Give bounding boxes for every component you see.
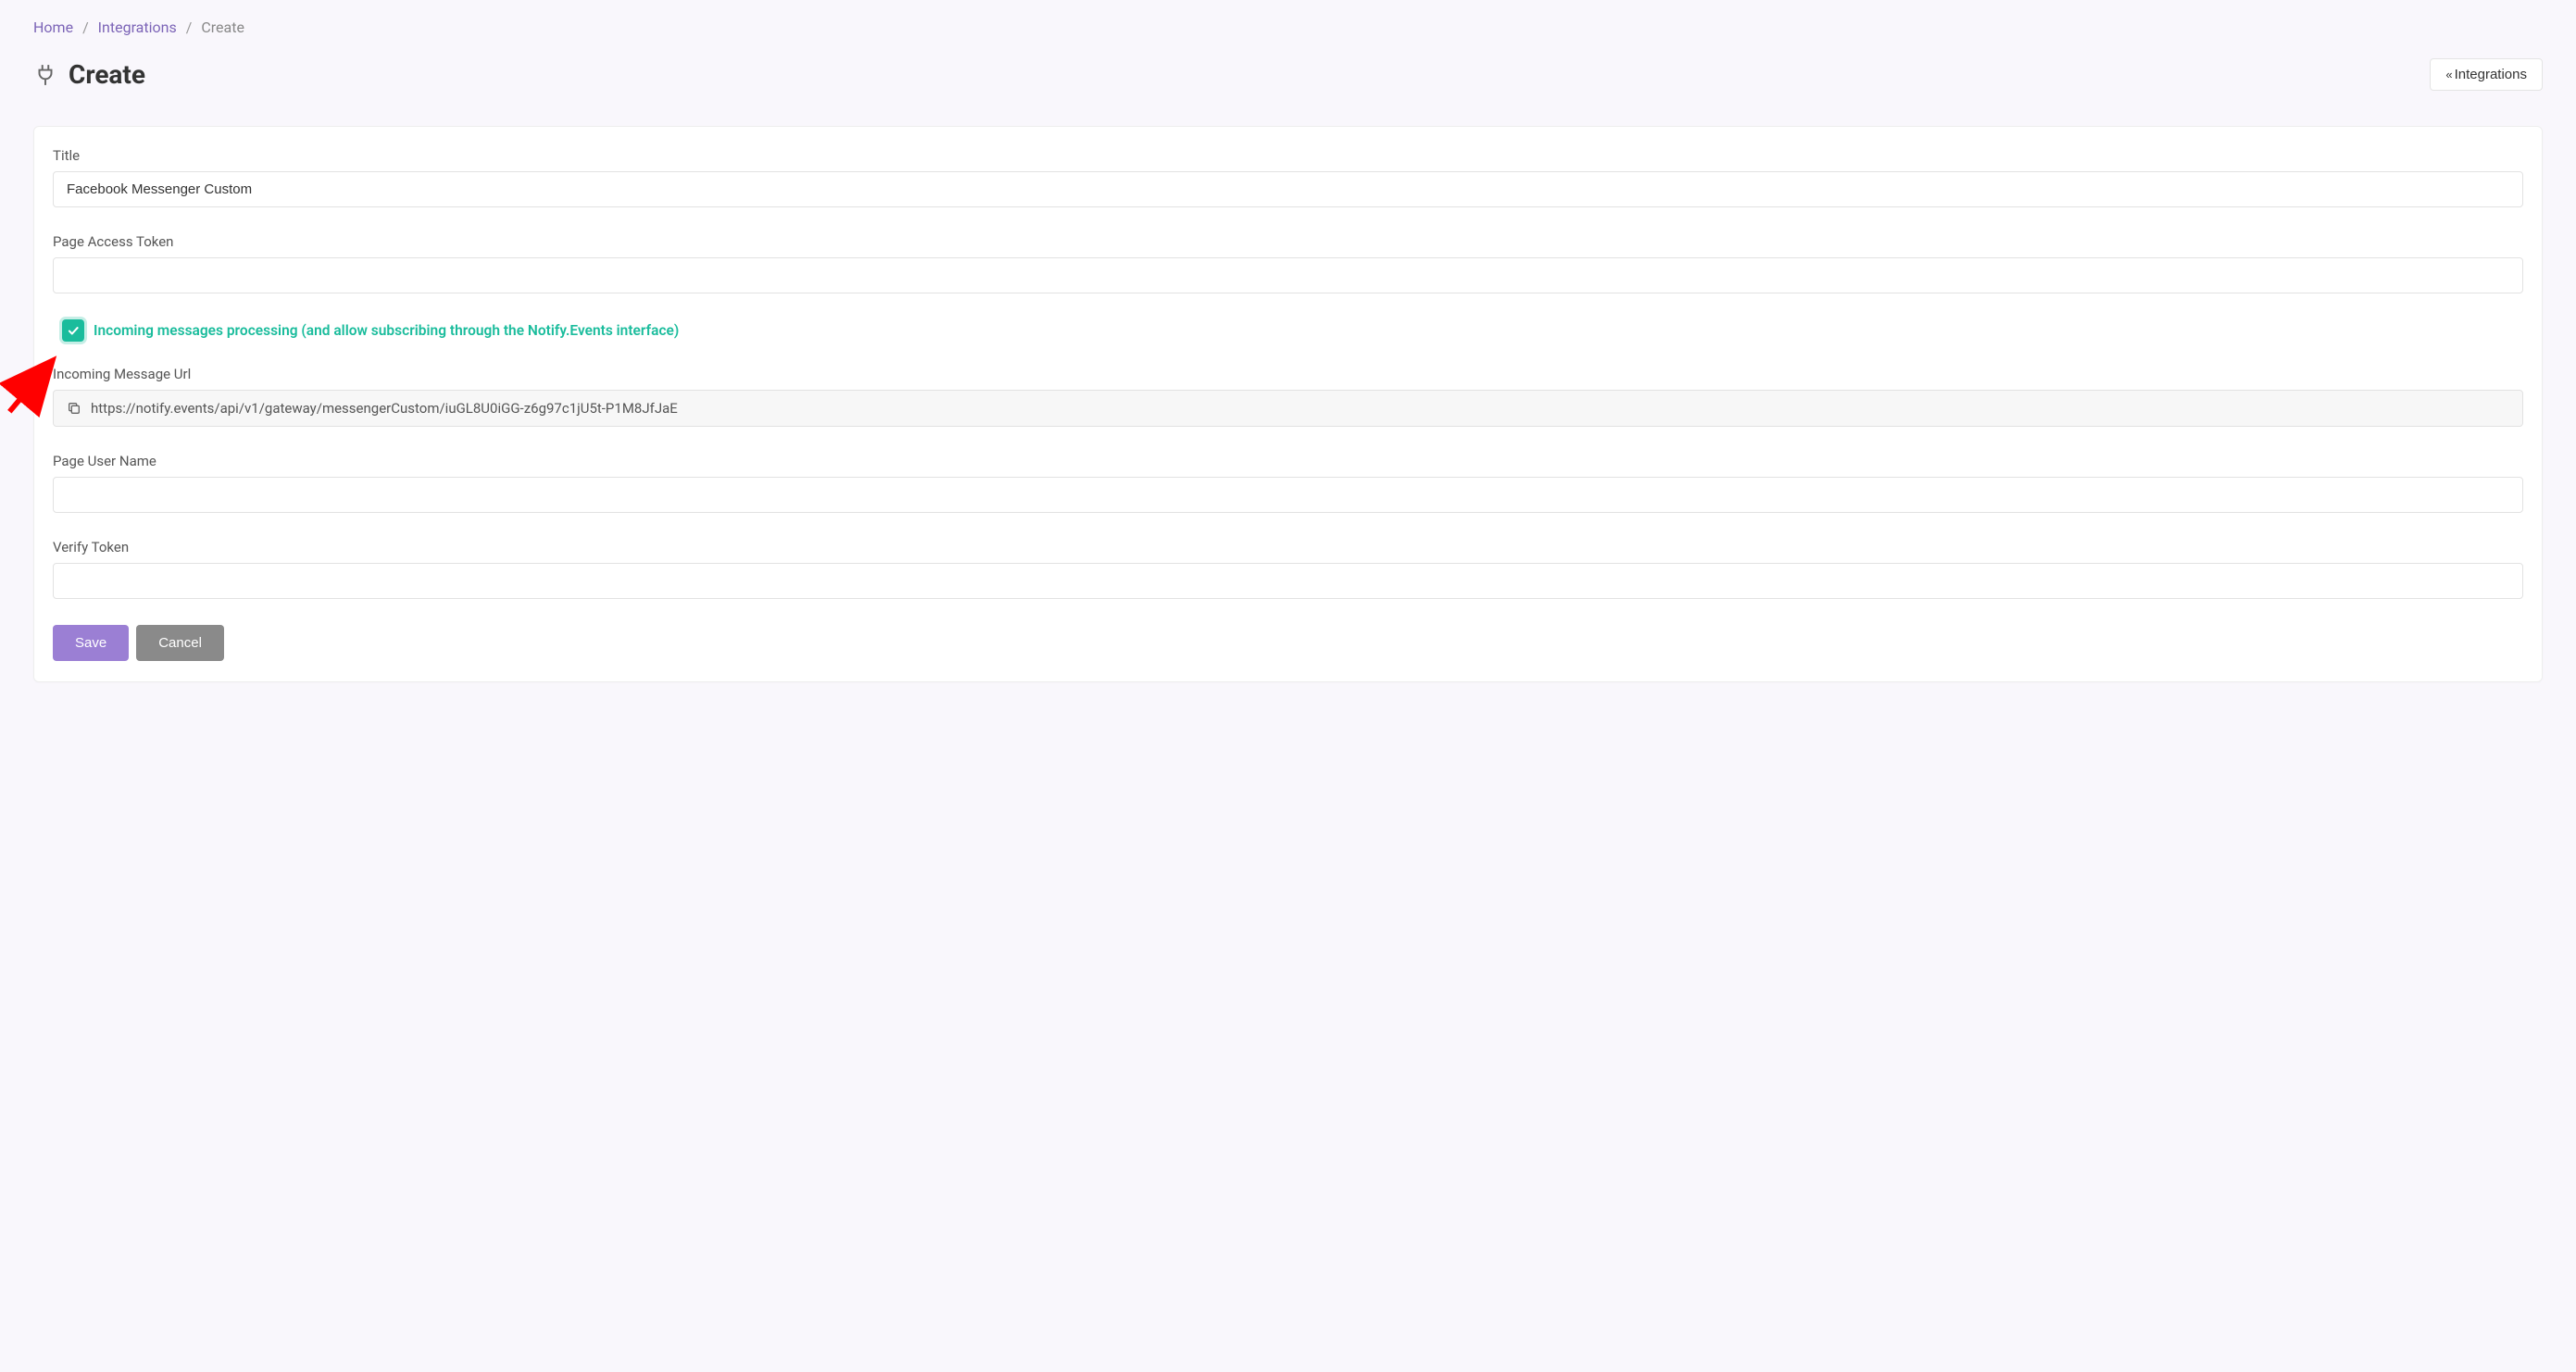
verify-token-label: Verify Token bbox=[53, 539, 2523, 555]
title-input[interactable] bbox=[53, 171, 2523, 207]
incoming-processing-checkbox[interactable] bbox=[62, 319, 84, 342]
chevron-left-icon: « bbox=[2445, 68, 2448, 81]
breadcrumb-integrations[interactable]: Integrations bbox=[98, 19, 177, 36]
incoming-processing-label[interactable]: Incoming messages processing (and allow … bbox=[94, 322, 679, 339]
back-button-label: Integrations bbox=[2455, 67, 2527, 82]
form-card: Title Page Access Token Incoming message… bbox=[33, 126, 2543, 682]
page-user-name-label: Page User Name bbox=[53, 453, 2523, 469]
page-title: Create bbox=[69, 59, 145, 90]
breadcrumb-separator: / bbox=[186, 19, 193, 36]
incoming-url-field: https://notify.events/api/v1/gateway/mes… bbox=[53, 390, 2523, 427]
breadcrumb-separator: / bbox=[82, 19, 89, 36]
breadcrumb: Home / Integrations / Create bbox=[33, 19, 2543, 36]
check-icon bbox=[67, 324, 80, 337]
incoming-url-label: Incoming Message Url bbox=[53, 366, 2523, 382]
plug-icon bbox=[33, 63, 57, 87]
page-user-name-input[interactable] bbox=[53, 477, 2523, 513]
breadcrumb-home[interactable]: Home bbox=[33, 19, 73, 36]
save-button[interactable]: Save bbox=[53, 625, 129, 661]
page-access-token-input[interactable] bbox=[53, 257, 2523, 293]
cancel-button[interactable]: Cancel bbox=[136, 625, 224, 661]
back-to-integrations-button[interactable]: « Integrations bbox=[2430, 58, 2543, 91]
title-label: Title bbox=[53, 147, 2523, 164]
incoming-url-value: https://notify.events/api/v1/gateway/mes… bbox=[91, 400, 678, 417]
copy-icon[interactable] bbox=[67, 401, 81, 416]
page-access-token-label: Page Access Token bbox=[53, 233, 2523, 250]
breadcrumb-current: Create bbox=[201, 19, 244, 36]
verify-token-input[interactable] bbox=[53, 563, 2523, 599]
